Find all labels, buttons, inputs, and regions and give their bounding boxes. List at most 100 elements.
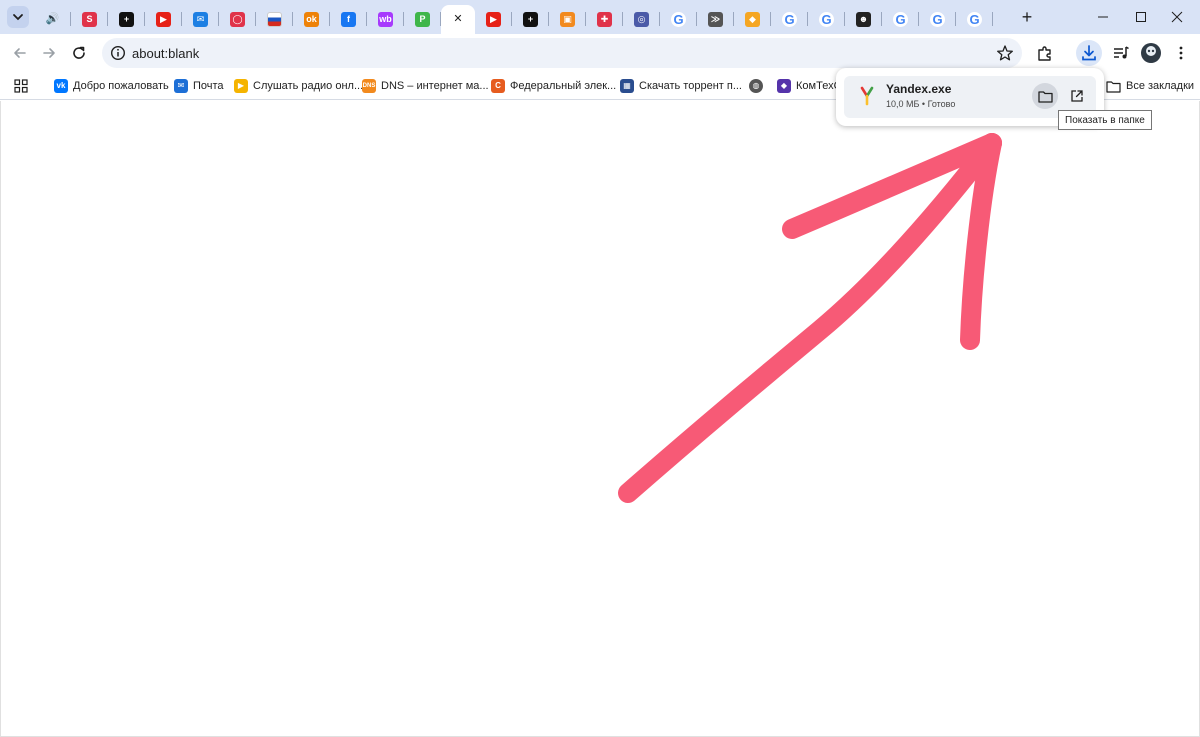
close-window-button[interactable] — [1154, 0, 1200, 34]
tab[interactable]: G — [882, 5, 919, 34]
green-p-icon: P — [415, 12, 430, 27]
info-icon[interactable] — [110, 45, 126, 61]
speaker-icon: 🔊 — [45, 13, 60, 25]
box-icon: ▣ — [560, 12, 575, 27]
apps-button[interactable] — [14, 76, 28, 96]
tab[interactable]: f — [330, 5, 367, 34]
puzzle-icon — [1038, 46, 1051, 61]
download-status: 10,0 МБ • Готово — [886, 99, 956, 109]
bookmark-star-icon[interactable] — [996, 44, 1014, 62]
arrow-left-icon — [14, 48, 26, 58]
bookmark-item[interactable]: ◆ КомТехС — [777, 76, 842, 96]
arrow-right-icon — [43, 48, 55, 58]
media-controls-button[interactable] — [1108, 40, 1134, 66]
mail-icon: ✉ — [174, 79, 188, 93]
tab-strip: 🔊 S + ▶ ✉ ◯ ok f wb P ✕ ▶ + ▣ ✚ ◎ G ≫ ◆ G G ☻ G G G + — [0, 0, 1200, 34]
maximize-icon — [1136, 12, 1146, 22]
tab[interactable]: G — [660, 5, 697, 34]
bookmark-label: Добро пожаловать — [73, 80, 169, 92]
tab[interactable]: G — [919, 5, 956, 34]
profile-avatar[interactable] — [1138, 40, 1164, 66]
more-vertical-icon — [1179, 46, 1183, 60]
all-bookmarks-label: Все закладки — [1126, 80, 1195, 92]
google-icon: G — [930, 12, 945, 27]
tab[interactable]: P — [404, 5, 441, 34]
show-in-folder-button[interactable] — [1032, 83, 1058, 109]
tab[interactable] — [256, 5, 293, 34]
face-icon: ☻ — [856, 12, 871, 27]
toolbar: about:blank — [0, 34, 1200, 72]
google-icon: G — [671, 12, 686, 27]
plus-tile-icon: + — [119, 12, 134, 27]
bookmark-item[interactable]: C Федеральный элек... — [491, 76, 616, 96]
download-filename: Yandex.exe — [886, 82, 952, 96]
vk-icon: vk — [54, 79, 68, 93]
address-bar[interactable]: about:blank — [102, 38, 1022, 68]
open-file-button[interactable] — [1064, 83, 1090, 109]
bookmark-item[interactable]: vk Добро пожаловать — [54, 76, 169, 96]
avatar-icon — [1141, 43, 1161, 63]
tab[interactable]: ≫ — [697, 5, 734, 34]
close-icon[interactable]: ✕ — [451, 12, 466, 27]
komtech-icon: ◆ — [777, 79, 791, 93]
tab[interactable]: ◯ — [219, 5, 256, 34]
lifebuoy-icon: ✚ — [597, 12, 612, 27]
tab-active[interactable]: ✕ — [441, 5, 475, 34]
mail-icon: ✉ — [193, 12, 208, 27]
bookmark-item[interactable]: DNS DNS – интернет ма... — [362, 76, 489, 96]
dns-icon: DNS — [362, 79, 376, 93]
plus-tile-icon: + — [523, 12, 538, 27]
tab[interactable]: + — [108, 5, 145, 34]
tab[interactable]: G — [771, 5, 808, 34]
bookmark-item[interactable]: ◍ — [749, 76, 763, 96]
menu-button[interactable] — [1168, 40, 1194, 66]
bookmark-item[interactable]: ▦ Скачать торрент п... — [620, 76, 742, 96]
tab[interactable]: ◎ — [623, 5, 660, 34]
tab[interactable]: G — [808, 5, 845, 34]
bookmark-item[interactable]: ▶ Слушать радио онл... — [234, 76, 363, 96]
google-icon: G — [782, 12, 797, 27]
extensions-button[interactable] — [1032, 40, 1058, 66]
reload-icon — [73, 46, 85, 59]
back-button[interactable] — [6, 39, 34, 67]
facebook-icon: f — [341, 12, 356, 27]
bookmark-item[interactable]: ✉ Почта — [174, 76, 224, 96]
tab[interactable]: ▶ — [145, 5, 182, 34]
bookmark-label: КомТехС — [796, 80, 842, 92]
tab[interactable]: ◆ — [734, 5, 771, 34]
play-icon: ▶ — [234, 79, 248, 93]
youtube-icon: ▶ — [486, 12, 501, 27]
downloads-button[interactable] — [1076, 40, 1102, 66]
russia-flag-icon — [267, 12, 282, 27]
ring-icon: ◯ — [230, 12, 245, 27]
page-content — [0, 101, 1200, 737]
tab[interactable]: S — [71, 5, 108, 34]
tab[interactable]: wb — [367, 5, 404, 34]
bookmark-label: Федеральный элек... — [510, 80, 617, 92]
tab[interactable]: 🔊 — [34, 5, 71, 34]
forward-button[interactable] — [35, 39, 63, 67]
open-external-icon — [1071, 90, 1083, 102]
tab[interactable]: ▶ — [475, 5, 512, 34]
reload-button[interactable] — [65, 39, 93, 67]
tab[interactable]: ✉ — [182, 5, 219, 34]
tab[interactable]: G — [956, 5, 993, 34]
tab-search-button[interactable] — [7, 6, 29, 28]
tab[interactable]: ✚ — [586, 5, 623, 34]
tab[interactable]: + — [512, 5, 549, 34]
apps-grid-icon — [14, 79, 28, 93]
yandex-file-icon — [860, 86, 874, 106]
s-tile-icon: S — [82, 12, 97, 27]
google-icon: G — [967, 12, 982, 27]
minimize-icon — [1098, 16, 1108, 18]
new-tab-button[interactable]: + — [1016, 6, 1038, 28]
all-bookmarks-button[interactable]: Все закладки — [1106, 76, 1194, 96]
google-icon: G — [893, 12, 908, 27]
tab[interactable]: ▣ — [549, 5, 586, 34]
tab[interactable]: ☻ — [845, 5, 882, 34]
grid-tile-icon: ▦ — [620, 79, 634, 93]
url-text[interactable]: about:blank — [132, 46, 199, 61]
google-icon: G — [819, 12, 834, 27]
tab[interactable]: ok — [293, 5, 330, 34]
wildberries-icon: wb — [378, 12, 393, 27]
